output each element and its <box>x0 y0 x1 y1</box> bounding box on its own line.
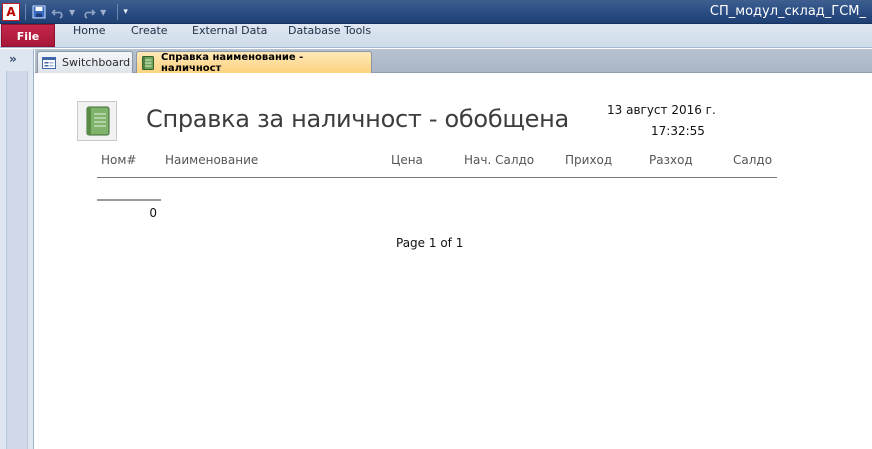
navigation-pane: » <box>0 49 34 449</box>
column-header-number: Ном# <box>101 153 137 167</box>
column-header-balance: Салдо <box>733 153 773 167</box>
total-divider <box>97 199 161 201</box>
report-icon <box>142 55 154 70</box>
tab-switchboard[interactable]: Switchboard <box>37 51 133 73</box>
report-logo-icon <box>77 101 117 141</box>
column-header-name: Наименование <box>165 153 259 167</box>
tab-database-tools[interactable]: Database Tools <box>288 24 371 48</box>
redo-icon[interactable] <box>81 4 97 20</box>
title-bar: A ▼ ▼ ▾ СП_модул_склад_ГСМ_ <box>0 0 872 24</box>
navigation-pane-bar[interactable] <box>6 71 28 449</box>
ribbon-tab-bar: File Home Create External Data Database … <box>0 24 872 48</box>
column-header-price: Цена <box>391 153 423 167</box>
quick-access-toolbar: A ▼ ▼ ▾ <box>0 0 134 24</box>
tab-create[interactable]: Create <box>131 24 168 48</box>
tab-report-availability[interactable]: Справка наименование - наличност <box>136 51 372 74</box>
report-time: 17:32:55 <box>651 124 705 138</box>
report-date: 13 август 2016 г. <box>607 103 716 117</box>
tab-external-data[interactable]: External Data <box>192 24 267 48</box>
report-view: Справка за наличност - обобщена 13 авгус… <box>35 74 872 449</box>
access-app-icon[interactable]: A <box>2 3 20 21</box>
tab-home[interactable]: Home <box>73 24 105 48</box>
header-divider <box>97 177 777 178</box>
page-number: Page 1 of 1 <box>396 236 464 250</box>
form-icon <box>42 56 56 69</box>
window-title: СП_модул_склад_ГСМ_ <box>709 4 866 19</box>
qat-separator <box>117 4 119 20</box>
undo-dropdown-icon[interactable]: ▼ <box>69 8 75 17</box>
qat-separator <box>25 4 26 20</box>
column-header-expense: Разход <box>649 153 693 167</box>
document-tab-bar: Switchboard Справка наименование - налич… <box>35 49 872 74</box>
redo-dropdown-icon[interactable]: ▼ <box>100 8 106 17</box>
total-value: 0 <box>149 206 157 220</box>
file-tab[interactable]: File <box>1 24 55 47</box>
undo-icon[interactable] <box>50 4 66 20</box>
expand-nav-pane-icon[interactable]: » <box>9 52 17 66</box>
column-header-income: Приход <box>565 153 613 167</box>
column-header-opening-balance: Нач. Салдо <box>464 153 535 167</box>
report-title: Справка за наличност - обобщена <box>146 105 569 133</box>
save-icon[interactable] <box>31 4 47 20</box>
tab-label: Switchboard <box>62 56 131 69</box>
customize-qat-icon[interactable]: ▾ <box>123 7 128 17</box>
tab-label: Справка наименование - наличност <box>161 51 304 74</box>
